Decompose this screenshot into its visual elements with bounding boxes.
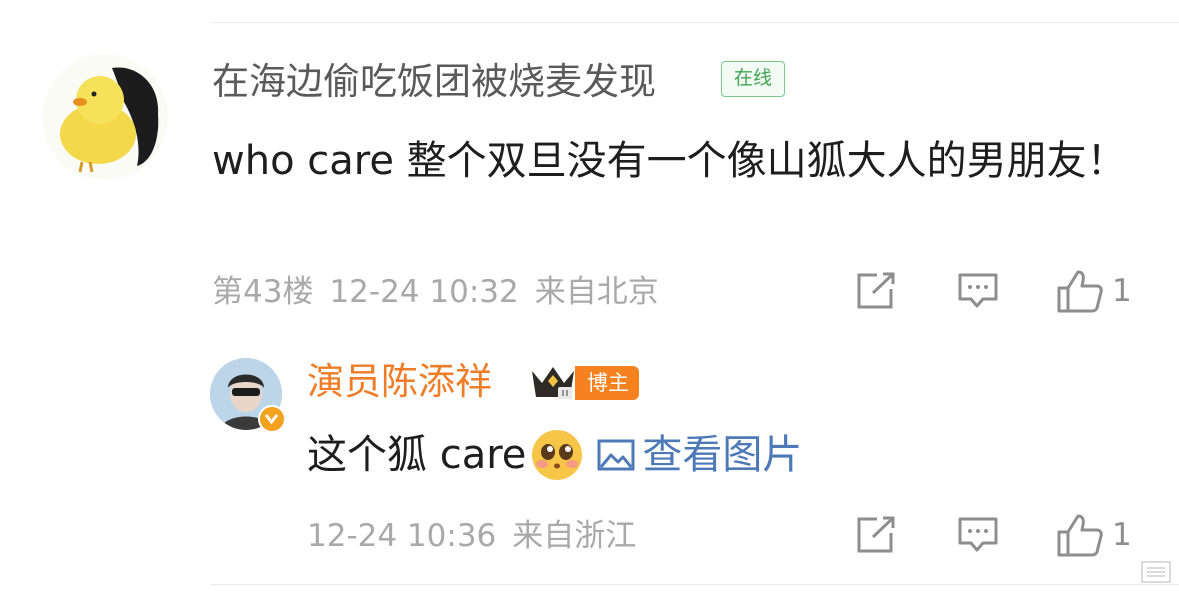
floor-number: 第43楼 xyxy=(212,274,314,310)
reply-reply-button[interactable] xyxy=(957,515,999,555)
reply-datetime: 12-24 10:36 xyxy=(307,518,497,554)
reply-location: 来自浙江 xyxy=(512,518,637,554)
comment-text: who care 整个双旦没有一个像山狐大人的男朋友！ xyxy=(212,138,1127,184)
comment-location: 来自北京 xyxy=(534,274,659,310)
watermark-icon xyxy=(1141,561,1171,583)
commenter-username[interactable]: 在海边偷吃饭团被烧麦发现 xyxy=(212,58,656,106)
reply-text-content: 这个狐 care xyxy=(307,432,527,478)
reply-like-button[interactable]: 1 xyxy=(1056,512,1132,558)
like-icon xyxy=(1057,270,1103,313)
commenter-avatar[interactable] xyxy=(42,54,168,180)
view-image-label[interactable]: 查看图片 xyxy=(642,425,802,485)
like-count: 1 xyxy=(1112,273,1132,309)
like-button[interactable]: 1 xyxy=(1056,268,1132,314)
reply-text: 这个狐 care 查看图片 xyxy=(307,425,802,485)
comment-meta: 第43楼 12-24 10:32 来自北京 xyxy=(212,272,659,312)
share-icon xyxy=(857,516,895,553)
comment-datetime: 12-24 10:32 xyxy=(329,274,519,310)
crown-icon xyxy=(528,361,578,407)
image-icon xyxy=(597,439,635,471)
reply-like-count: 1 xyxy=(1112,517,1132,553)
like-icon xyxy=(1057,514,1103,557)
emoji-face-icon xyxy=(532,430,583,480)
share-button[interactable] xyxy=(855,271,897,311)
reply-button[interactable] xyxy=(957,271,999,311)
online-status-badge: 在线 xyxy=(721,61,785,97)
verified-icon xyxy=(258,405,286,433)
blogger-badge: 博主 xyxy=(575,366,639,400)
bottom-divider xyxy=(210,584,1179,585)
reply-meta: 12-24 10:36 来自浙江 xyxy=(307,516,636,556)
replier-username[interactable]: 演员陈添祥 xyxy=(307,357,492,407)
top-divider xyxy=(210,22,1179,23)
share-icon xyxy=(857,272,895,309)
view-image-link[interactable]: 查看图片 xyxy=(596,425,802,485)
reply-share-button[interactable] xyxy=(855,515,897,555)
reply-icon xyxy=(958,273,998,308)
reply-icon xyxy=(958,517,998,552)
